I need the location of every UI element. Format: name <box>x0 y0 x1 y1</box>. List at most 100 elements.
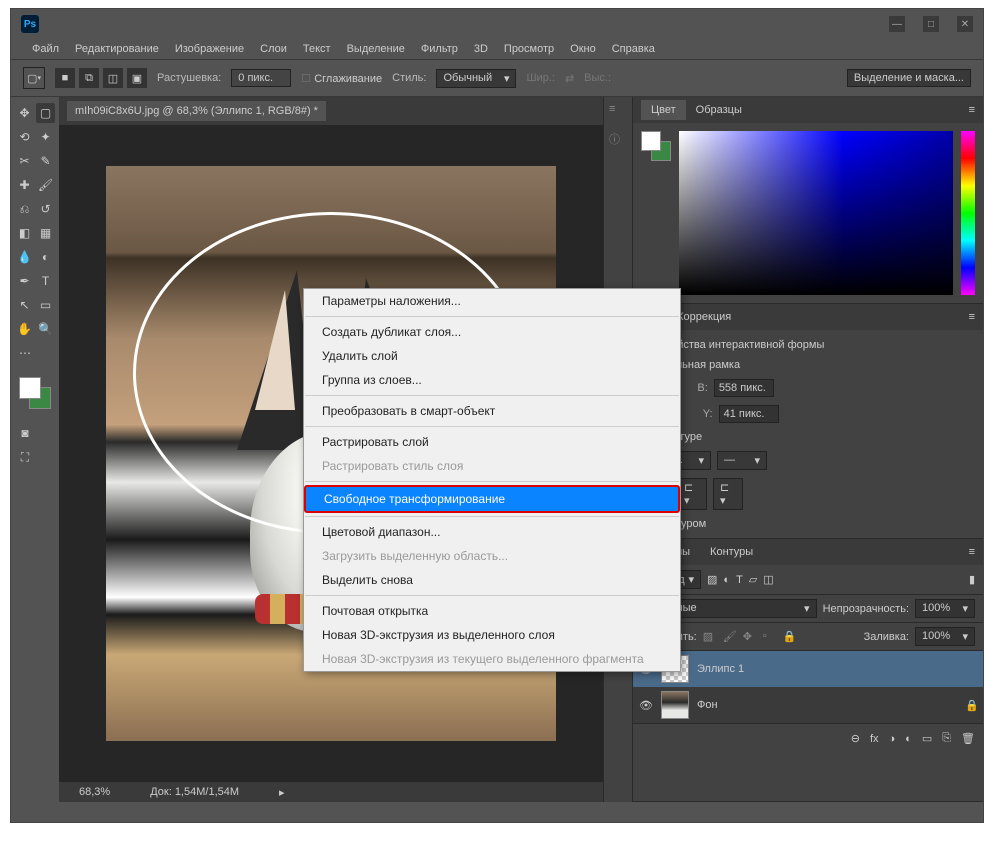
info-icon[interactable]: ⓘ <box>609 131 627 149</box>
crop-tool[interactable]: ✂ <box>15 151 34 171</box>
swatches-tab[interactable]: Образцы <box>686 100 752 120</box>
stroke-caps-select[interactable]: ⊏ ▾ <box>677 478 707 510</box>
screenmode-tool[interactable]: ⛶ <box>15 447 35 467</box>
ctx-item[interactable]: Создать дубликат слоя... <box>304 320 680 344</box>
menu-select[interactable]: Выделение <box>341 41 411 57</box>
selection-intersect-icon[interactable]: ▣ <box>127 68 147 88</box>
layer-background[interactable]: 👁 Фон 🔒 <box>633 687 983 723</box>
style-select[interactable]: Обычный▾ <box>436 69 516 88</box>
link-layers-icon[interactable]: ⊖ <box>851 732 860 745</box>
stroke-style-select[interactable]: —▾ <box>717 451 767 470</box>
ctx-item[interactable]: Удалить слой <box>304 344 680 368</box>
feather-input[interactable]: 0 пикс. <box>231 69 291 87</box>
ctx-item[interactable]: Почтовая открытка <box>304 599 680 623</box>
menu-window[interactable]: Окно <box>564 41 602 57</box>
history-brush-tool[interactable]: ↺ <box>36 199 55 219</box>
statusbar-arrow-icon[interactable]: ▸ <box>279 786 285 799</box>
zoom-level[interactable]: 68,3% <box>79 786 110 798</box>
menu-image[interactable]: Изображение <box>169 41 250 57</box>
ctx-item[interactable]: Новая 3D-экструзия из выделенного слоя <box>304 623 680 647</box>
edit-toolbar[interactable]: ⋯ <box>15 343 35 363</box>
filter-shape-icon[interactable]: ▱ <box>749 573 757 586</box>
eyedropper-tool[interactable]: ✎ <box>36 151 55 171</box>
type-tool[interactable]: T <box>36 271 55 291</box>
lasso-tool[interactable]: ⟲ <box>15 127 34 147</box>
filter-smart-icon[interactable]: ◫ <box>763 573 773 586</box>
menu-help[interactable]: Справка <box>606 41 661 57</box>
layer-name[interactable]: Эллипс 1 <box>697 663 977 675</box>
menu-3d[interactable]: 3D <box>468 41 494 57</box>
hue-slider[interactable] <box>961 131 975 295</box>
close-button[interactable]: ✕ <box>957 16 973 32</box>
w-input[interactable]: 558 пикс. <box>714 379 774 397</box>
path-tool[interactable]: ↖ <box>15 295 34 315</box>
select-and-mask-button[interactable]: Выделение и маска... <box>847 69 971 87</box>
menu-filter[interactable]: Фильтр <box>415 41 464 57</box>
menu-view[interactable]: Просмотр <box>498 41 560 57</box>
color-swatch[interactable] <box>19 377 51 409</box>
ctx-item[interactable]: Растрировать слой <box>304 430 680 454</box>
filter-type-icon[interactable]: T <box>736 574 743 586</box>
selection-new-icon[interactable]: ■ <box>55 68 75 88</box>
gradient-tool[interactable]: ▦ <box>36 223 55 243</box>
maximize-button[interactable]: □ <box>923 16 939 32</box>
quickmask-tool[interactable]: ◙ <box>15 423 35 443</box>
lock-all-icon[interactable]: 🔒 <box>783 630 797 644</box>
wand-tool[interactable]: ✦ <box>36 127 55 147</box>
menu-edit[interactable]: Редактирование <box>69 41 165 57</box>
history-icon[interactable]: ≡ <box>609 103 627 121</box>
document-tab[interactable]: mIh09iC8x6U.jpg @ 68,3% (Эллипс 1, RGB/8… <box>67 101 326 121</box>
visibility-icon[interactable]: 👁 <box>639 699 653 712</box>
group-icon[interactable]: ▭ <box>922 732 932 745</box>
dodge-tool[interactable]: ◐ <box>36 247 55 267</box>
layer-name[interactable]: Фон <box>697 699 957 711</box>
blur-tool[interactable]: 💧 <box>15 247 34 267</box>
menu-file[interactable]: Файл <box>26 41 65 57</box>
panel-menu-icon[interactable]: ≡ <box>969 104 975 116</box>
y-input[interactable]: 41 пикс. <box>719 405 779 423</box>
layer-mask-icon[interactable]: ◑ <box>889 733 896 745</box>
ctx-item[interactable]: Группа из слоев... <box>304 368 680 392</box>
adjustment-layer-icon[interactable]: ◐ <box>905 733 912 745</box>
panel-menu-icon[interactable]: ≡ <box>969 546 975 558</box>
shape-tool[interactable]: ▭ <box>36 295 55 315</box>
color-tab[interactable]: Цвет <box>641 100 686 120</box>
menu-type[interactable]: Текст <box>297 41 337 57</box>
layer-fx-icon[interactable]: fx <box>870 733 879 745</box>
selection-add-icon[interactable]: ⧉ <box>79 68 99 88</box>
new-layer-icon[interactable]: ⎘ <box>942 732 951 745</box>
color-picker[interactable] <box>679 131 953 295</box>
paths-tab[interactable]: Контуры <box>700 542 763 562</box>
ctx-item[interactable]: Преобразовать в смарт-объект <box>304 399 680 423</box>
lock-artboard-icon[interactable]: ▫ <box>763 630 777 644</box>
hand-tool[interactable]: ✋ <box>15 319 34 339</box>
lock-image-icon[interactable]: 🖌 <box>723 630 737 644</box>
stamp-tool[interactable]: ⎌ <box>15 199 34 219</box>
filter-toggle[interactable]: ▮ <box>969 573 975 586</box>
filter-adjust-icon[interactable]: ◐ <box>723 574 730 586</box>
fill-input[interactable]: 100%▾ <box>915 627 975 646</box>
opacity-input[interactable]: 100%▾ <box>915 599 975 618</box>
layer-ellipse[interactable]: 👁 Эллипс 1 <box>633 651 983 687</box>
healing-tool[interactable]: ✚ <box>15 175 34 195</box>
marquee-preset-icon[interactable]: ▢▾ <box>23 67 45 89</box>
pen-tool[interactable]: ✒ <box>15 271 34 291</box>
panel-menu-icon[interactable]: ≡ <box>969 311 975 323</box>
lock-position-icon[interactable]: ✥ <box>743 630 757 644</box>
move-tool[interactable]: ✥ <box>15 103 34 123</box>
minimize-button[interactable]: — <box>889 16 905 32</box>
ctx-item[interactable]: Параметры наложения... <box>304 289 680 313</box>
eraser-tool[interactable]: ◧ <box>15 223 34 243</box>
selection-subtract-icon[interactable]: ◫ <box>103 68 123 88</box>
ctx-item[interactable]: Выделить снова <box>304 568 680 592</box>
lock-transparency-icon[interactable]: ▨ <box>703 630 717 644</box>
brush-tool[interactable]: 🖌 <box>36 175 55 195</box>
menu-layer[interactable]: Слои <box>254 41 293 57</box>
marquee-tool[interactable]: ▢ <box>36 103 55 123</box>
stroke-corners-select[interactable]: ⊏ ▾ <box>713 478 743 510</box>
color-foreground-swatch[interactable] <box>641 131 671 161</box>
delete-layer-icon[interactable]: 🗑 <box>961 732 975 745</box>
ctx-item[interactable]: Свободное трансформирование <box>304 485 680 513</box>
ctx-item[interactable]: Цветовой диапазон... <box>304 520 680 544</box>
filter-image-icon[interactable]: ▨ <box>707 573 717 586</box>
